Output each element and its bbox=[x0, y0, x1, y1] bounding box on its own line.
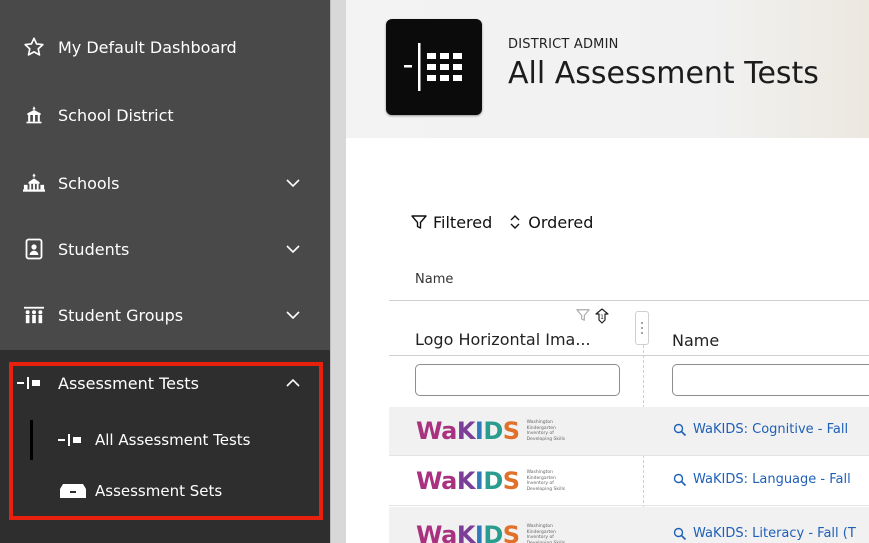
sidebar-item-label: Schools bbox=[58, 173, 120, 193]
sidebar-item-my-default-dashboard[interactable]: My Default Dashboard bbox=[0, 14, 330, 80]
logo-tagline: Washington Kindergarten Inventory of Dev… bbox=[526, 420, 566, 442]
column-header-logo[interactable]: Logo Horizontal Ima... bbox=[415, 330, 591, 349]
sidebar: My Default Dashboard School District Sch… bbox=[0, 0, 330, 543]
sidebar-item-label: Assessment Tests bbox=[58, 373, 199, 393]
sidebar-item-school-district[interactable]: School District bbox=[0, 82, 330, 148]
name-filter-input[interactable] bbox=[672, 364, 869, 396]
page-title: All Assessment Tests bbox=[508, 56, 819, 91]
sort-icon bbox=[510, 215, 520, 229]
chevron-down-icon[interactable] bbox=[282, 238, 304, 260]
filter-icon[interactable] bbox=[576, 308, 590, 322]
test-name-link[interactable]: WaKIDS: Literacy - Fall (T bbox=[693, 526, 856, 541]
search-icon[interactable] bbox=[673, 527, 687, 541]
table-row[interactable]: WaKIDS Washington Kindergarten Inventory… bbox=[389, 507, 869, 543]
filter-icon bbox=[411, 215, 427, 229]
sets-icon bbox=[58, 481, 88, 501]
sort-field-label: Name bbox=[415, 272, 454, 287]
sidebar-item-label: Students bbox=[58, 239, 130, 259]
table-row[interactable]: WaKIDS Washington Kindergarten Inventory… bbox=[389, 407, 869, 456]
divider bbox=[389, 355, 869, 356]
chevron-down-icon[interactable] bbox=[282, 172, 304, 194]
sidebar-subitem-assessment-sets[interactable]: Assessment Sets bbox=[0, 467, 330, 515]
sidebar-item-assessment-tests[interactable]: Assessment Tests bbox=[0, 350, 330, 416]
wakids-logo: WaKIDS Washington Kindergarten Inventory… bbox=[416, 467, 577, 495]
sidebar-item-student-groups[interactable]: Student Groups bbox=[0, 282, 330, 348]
search-icon[interactable] bbox=[673, 423, 687, 437]
logo-tagline: Washington Kindergarten Inventory of Dev… bbox=[526, 470, 566, 492]
test-name-link[interactable]: WaKIDS: Language - Fall bbox=[693, 472, 851, 487]
sidebar-item-label: My Default Dashboard bbox=[58, 37, 237, 57]
page-header: DISTRICT ADMIN All Assessment Tests bbox=[346, 0, 869, 138]
school-building-icon bbox=[22, 103, 46, 127]
filtered-button[interactable]: Filtered bbox=[411, 213, 492, 232]
assessment-icon bbox=[16, 371, 48, 395]
page-kicker: DISTRICT ADMIN bbox=[508, 37, 619, 52]
ordered-label: Ordered bbox=[528, 212, 594, 232]
search-icon[interactable] bbox=[673, 473, 687, 487]
main-content: DISTRICT ADMIN All Assessment Tests Filt… bbox=[346, 0, 869, 543]
logo-wordmark: WaKIDS bbox=[416, 417, 520, 445]
sidebar-subitem-label: All Assessment Tests bbox=[95, 431, 251, 449]
assessment-icon bbox=[58, 430, 88, 450]
sidebar-item-label: Student Groups bbox=[58, 305, 184, 325]
logo-filter-input[interactable] bbox=[415, 364, 620, 396]
table-row[interactable]: WaKIDS Washington Kindergarten Inventory… bbox=[389, 457, 869, 506]
group-icon bbox=[22, 303, 46, 327]
ordered-button[interactable]: Ordered bbox=[508, 213, 593, 232]
assessment-tile-icon bbox=[386, 19, 482, 115]
sidebar-item-students[interactable]: Students bbox=[0, 216, 330, 282]
filtered-label: Filtered bbox=[433, 212, 493, 232]
sidebar-item-schools[interactable]: Schools bbox=[0, 150, 330, 216]
sidebar-subitem-label: Assessment Sets bbox=[95, 482, 223, 500]
column-header-name[interactable]: Name bbox=[672, 331, 719, 350]
wakids-logo: WaKIDS Washington Kindergarten Inventory… bbox=[416, 417, 577, 445]
sidebar-item-label: School District bbox=[58, 105, 174, 125]
star-icon bbox=[22, 35, 46, 59]
divider bbox=[389, 300, 869, 301]
sort-info-icon[interactable]: 1 bbox=[594, 308, 610, 324]
logo-wordmark: WaKIDS bbox=[416, 521, 520, 543]
logo-tagline: Washington Kindergarten Inventory of Dev… bbox=[526, 524, 566, 543]
sidebar-resize-handle[interactable] bbox=[330, 0, 346, 543]
sidebar-subitem-all-assessment-tests[interactable]: All Assessment Tests bbox=[0, 416, 330, 464]
chevron-up-icon[interactable] bbox=[282, 372, 304, 394]
filter-bar: Filtered Ordered bbox=[411, 208, 609, 236]
column-header-actions: 1 bbox=[576, 308, 610, 324]
student-badge-icon bbox=[22, 237, 46, 261]
svg-text:1: 1 bbox=[600, 314, 604, 321]
wakids-logo: WaKIDS Washington Kindergarten Inventory… bbox=[416, 521, 577, 543]
chevron-down-icon[interactable] bbox=[282, 304, 304, 326]
schools-icon bbox=[22, 171, 46, 195]
test-name-link[interactable]: WaKIDS: Cognitive - Fall bbox=[693, 422, 848, 437]
logo-wordmark: WaKIDS bbox=[416, 467, 520, 495]
column-resize-handle[interactable] bbox=[635, 311, 649, 345]
